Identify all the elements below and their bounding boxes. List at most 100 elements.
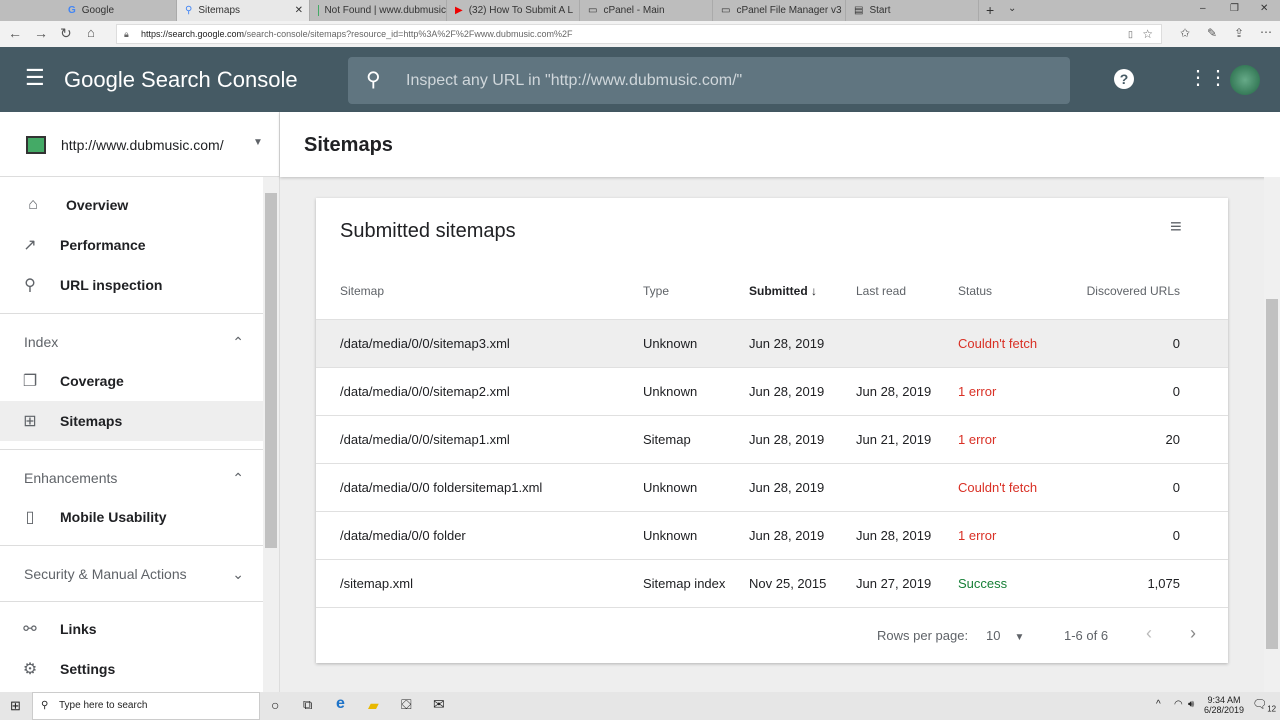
wifi-icon[interactable]: ◠ (1174, 699, 1183, 710)
column-header-sitemap[interactable]: Sitemap (340, 284, 384, 298)
discovered-urls: 0 (1172, 480, 1180, 495)
tab-google[interactable]: G Google (60, 0, 177, 21)
mail-icon[interactable]: ✉ (433, 696, 445, 713)
sidebar-scrollbar[interactable] (263, 177, 279, 692)
volume-icon[interactable]: 🔊︎ (1188, 699, 1194, 710)
refresh-icon[interactable]: ↻ (60, 25, 72, 42)
edge-icon[interactable]: e (336, 695, 345, 713)
section-index[interactable]: Index ⌃ (24, 334, 244, 351)
previous-page-icon[interactable]: ‹ (1146, 623, 1152, 644)
avatar[interactable] (1230, 65, 1260, 95)
sort-arrow-down-icon: ↓ (811, 284, 818, 298)
clock[interactable]: 9:34 AM 6/28/2019 (1204, 695, 1244, 715)
links-icon: ⚯ (23, 621, 37, 638)
column-header-status[interactable]: Status (958, 284, 992, 298)
last-read-date: Jun 27, 2019 (856, 576, 932, 591)
close-window-button[interactable]: ✕ (1260, 3, 1268, 14)
discovered-urls: 0 (1172, 528, 1180, 543)
youtube-icon: ▶ (455, 5, 463, 16)
table-row[interactable]: /data/media/0/0/sitemap2.xml Unknown Jun 2… (316, 367, 1228, 415)
lock-icon: 🔒︎ (124, 29, 129, 39)
back-icon[interactable]: ← (8, 25, 22, 41)
start-icon: ▤ (854, 5, 864, 16)
table-row[interactable]: /sitemap.xml Sitemap index Nov 25, 2015 Jun… (316, 559, 1228, 607)
url-inspect-input[interactable]: ⚲ Inspect any URL in "http://www.dubmusic… (348, 57, 1070, 104)
tab-cpanel-file-manager[interactable]: ▭ cPanel File Manager v3 (713, 0, 846, 21)
close-tab-icon[interactable]: ✕ (295, 5, 303, 16)
sidebar-item-sitemaps[interactable]: ⊞ Sitemaps (0, 401, 263, 441)
search-icon: ⚲ (24, 277, 36, 294)
favorites-icon[interactable]: ✩ (1180, 26, 1190, 40)
phone-icon: ▯ (25, 509, 35, 526)
pagination-range: 1-6 of 6 (1064, 628, 1109, 643)
tab-not-found[interactable]: Not Found | www.dubmusic (310, 0, 447, 21)
new-tab-button[interactable]: + (986, 2, 994, 18)
dropdown-arrow-icon: ▼ (1014, 632, 1025, 643)
home-icon[interactable]: ⌂ (87, 25, 95, 40)
sidebar-item-performance[interactable]: ↗ Performance (0, 225, 263, 265)
windows-start-icon[interactable]: ⊞ (10, 698, 21, 714)
file-explorer-icon[interactable]: ▰ (368, 697, 379, 714)
tab-youtube[interactable]: ▶ (32) How To Submit A L (447, 0, 580, 21)
divider (0, 313, 263, 314)
home-icon: ⌂ (28, 196, 38, 213)
table-row[interactable]: /data/media/0/0/sitemap3.xml Unknown Jun 2… (316, 319, 1228, 367)
menu-icon[interactable]: ☰ (25, 65, 45, 91)
minimize-button[interactable]: – (1200, 3, 1206, 14)
type: Unknown (643, 528, 698, 543)
cortana-icon[interactable]: ○ (271, 697, 279, 713)
windows-taskbar: ⊞ ⚲ Type here to search ○ ⧉ e ▰ ⛋ ✉ ^ ◠ 🔊… (0, 692, 1280, 720)
store-icon[interactable]: ⛋ (401, 696, 412, 713)
table-row[interactable]: /data/media/0/0/sitemap1.xml Sitemap Jun 2… (316, 415, 1228, 463)
sitemap-path: /data/media/0/0/sitemap2.xml (340, 384, 510, 399)
sidebar-item-overview[interactable]: ⌂ Overview (0, 185, 263, 225)
sidebar-item-settings[interactable]: ⚙ Settings (0, 649, 263, 689)
tab-sitemaps[interactable]: ⚲ Sitemaps ✕ (177, 0, 310, 21)
column-header-discovered-urls[interactable]: Discovered URLs (1087, 284, 1180, 298)
table-row[interactable]: /data/media/0/0 foldersitemap1.xml Unknow… (316, 463, 1228, 511)
sidebar-item-url-inspection[interactable]: ⚲ URL inspection (0, 265, 263, 305)
forward-icon[interactable]: → (34, 25, 48, 41)
notifications-icon[interactable]: 🗨︎12 (1252, 697, 1276, 713)
submitted-date: Jun 28, 2019 (749, 480, 825, 495)
tab-start[interactable]: ▤ Start (846, 0, 979, 21)
url-input[interactable]: 🔒︎ https://search.google.com/search-conso… (116, 24, 1162, 44)
dropdown-arrow-icon: ▼ (253, 137, 263, 148)
reading-view-icon[interactable]: ▯ (1128, 25, 1133, 43)
scrollbar-thumb[interactable] (265, 193, 277, 548)
sidebar-item-mobile-usability[interactable]: ▯ Mobile Usability (0, 497, 263, 537)
share-icon[interactable]: ⇪ (1234, 26, 1244, 40)
pen-icon[interactable]: ✎ (1207, 26, 1217, 40)
section-security[interactable]: Security & Manual Actions ⌄ (24, 566, 244, 583)
maximize-button[interactable]: ❐ (1230, 3, 1239, 14)
column-header-type[interactable]: Type (643, 284, 669, 298)
property-selector[interactable]: http://www.dubmusic.com/ ▼ (0, 112, 279, 177)
rows-per-page-select[interactable]: 10 ▼ (986, 628, 1024, 643)
section-enhancements[interactable]: Enhancements ⌃ (24, 470, 244, 487)
chevron-up-icon: ⌃ (232, 334, 244, 350)
chevron-up-icon[interactable]: ^ (1156, 699, 1161, 710)
divider (0, 449, 263, 450)
page-icon: ▭ (721, 5, 731, 16)
column-header-last-read[interactable]: Last read (856, 284, 906, 298)
sidebar-item-coverage[interactable]: ❐ Coverage (0, 361, 263, 401)
task-view-icon[interactable]: ⧉ (303, 697, 312, 713)
gear-icon: ⚙ (22, 661, 38, 678)
filter-icon[interactable]: ≡ (1170, 216, 1182, 239)
scrollbar-thumb[interactable] (1266, 299, 1278, 649)
taskbar-search-input[interactable]: ⚲ Type here to search (32, 692, 260, 720)
column-header-submitted[interactable]: Submitted ↓ (749, 284, 817, 298)
page-header: Sitemaps (280, 112, 1280, 177)
help-icon[interactable]: ? (1114, 69, 1134, 89)
tab-cpanel-main[interactable]: ▭ cPanel - Main (580, 0, 713, 21)
table-row[interactable]: /data/media/0/0 folder Unknown Jun 28, 201… (316, 511, 1228, 559)
more-icon[interactable]: ⋯ (1260, 25, 1272, 39)
gsc-header: ☰ Google Search Console ⚲ Inspect any URL… (0, 47, 1280, 112)
next-page-icon[interactable]: › (1190, 623, 1196, 644)
main-scrollbar[interactable] (1264, 177, 1280, 692)
favorite-star-icon[interactable]: ☆ (1142, 25, 1153, 43)
tab-list-chevron-icon[interactable]: ⌄ (1008, 3, 1016, 14)
sidebar-item-links[interactable]: ⚯ Links (0, 609, 263, 649)
divider (0, 601, 263, 602)
sidebar: http://www.dubmusic.com/ ▼ ⌂ Overview ↗ Pe… (0, 112, 280, 692)
